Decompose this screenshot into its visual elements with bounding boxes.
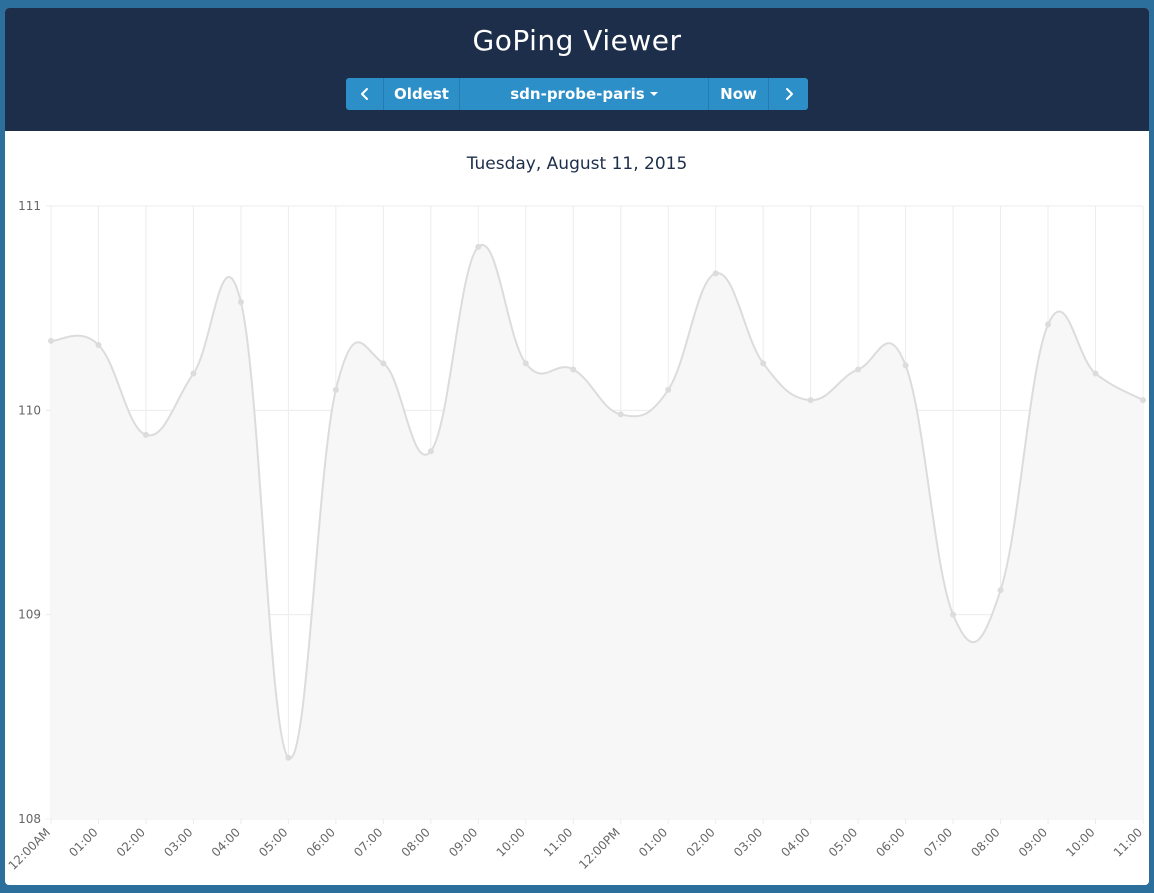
data-point [997, 587, 1004, 594]
x-tick-label: 01:00 [66, 825, 100, 859]
data-point [1092, 370, 1099, 377]
x-tick-label: 10:00 [494, 825, 528, 859]
data-point [902, 362, 909, 369]
app-frame: GoPing Viewer Oldest sdn-probe-paris Now… [5, 8, 1149, 885]
data-point [1045, 321, 1052, 328]
x-tick-label: 02:00 [114, 825, 148, 859]
data-point [1140, 397, 1146, 404]
y-tick-label: 110 [18, 403, 41, 417]
data-point [475, 243, 482, 250]
y-tick-label: 111 [18, 199, 41, 213]
data-point [950, 611, 957, 618]
latency-line-chart: 108 109 110 111 12:00AM 01:00 02:00 03:00 04:00 0… [6, 199, 1146, 873]
x-tick-label: 08:00 [399, 825, 433, 859]
data-point [48, 337, 54, 344]
data-point [142, 431, 149, 438]
x-tick-label: 12:00AM [6, 825, 53, 872]
data-point [95, 341, 102, 348]
x-tick-label: 06:00 [873, 825, 907, 859]
x-tick-label: 03:00 [731, 825, 765, 859]
data-point [855, 366, 862, 373]
data-point [380, 360, 387, 367]
series-area [51, 244, 1143, 819]
y-tick-label: 109 [18, 608, 41, 622]
data-point [522, 360, 529, 367]
x-tick-label: 12:00PM [576, 825, 623, 872]
x-tick-label: 07:00 [921, 825, 955, 859]
x-tick-label: 09:00 [446, 825, 480, 859]
data-point [807, 397, 814, 404]
x-tick-label: 07:00 [351, 825, 385, 859]
x-tick-label: 05:00 [826, 825, 860, 859]
x-tick-label: 03:00 [161, 825, 195, 859]
x-tick-label: 04:00 [209, 825, 243, 859]
data-point [665, 386, 672, 393]
data-point [760, 360, 767, 367]
data-point [427, 448, 434, 455]
x-tick-label: 10:00 [1063, 825, 1097, 859]
x-tick-label: 11:00 [541, 825, 575, 859]
x-tick-label: 11:00 [1111, 825, 1145, 859]
data-point [332, 386, 339, 393]
x-tick-label: 05:00 [256, 825, 290, 859]
data-point [285, 754, 292, 761]
data-point [190, 370, 197, 377]
x-tick-label: 08:00 [968, 825, 1002, 859]
x-tick-label: 09:00 [1016, 825, 1050, 859]
x-tick-label: 06:00 [304, 825, 338, 859]
data-point [617, 411, 624, 418]
data-point [712, 270, 719, 277]
y-tick-label: 108 [18, 812, 41, 826]
x-tick-label: 02:00 [683, 825, 717, 859]
data-point [570, 366, 577, 373]
x-tick-label: 01:00 [636, 825, 670, 859]
data-point [237, 299, 244, 306]
x-tick-label: 04:00 [778, 825, 812, 859]
